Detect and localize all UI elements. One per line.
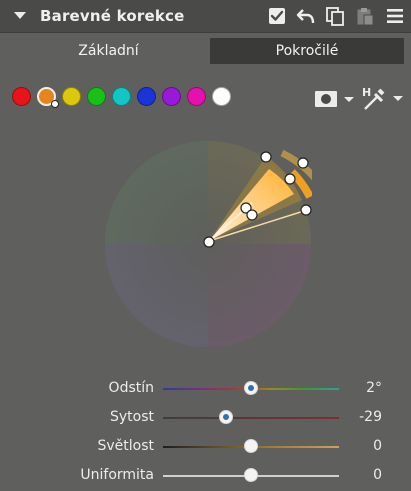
slider-value[interactable]: -29 bbox=[359, 409, 382, 425]
mode-tabs: Základní Pokročilé bbox=[8, 38, 404, 64]
hamburger-menu-icon[interactable] bbox=[385, 6, 405, 26]
swatch-green[interactable] bbox=[87, 87, 106, 106]
copy-icon[interactable] bbox=[325, 6, 345, 26]
panel-header[interactable]: Barevné korekce bbox=[0, 0, 411, 33]
swatch-yellow[interactable] bbox=[62, 87, 81, 106]
svg-text:H: H bbox=[362, 86, 371, 99]
tab-basic[interactable]: Základní bbox=[8, 38, 209, 64]
slider-track[interactable] bbox=[163, 417, 339, 419]
slider-knob[interactable] bbox=[244, 468, 258, 482]
tab-advanced[interactable]: Pokročilé bbox=[210, 38, 404, 64]
swatch-purple[interactable] bbox=[162, 87, 181, 106]
slider-label: Sytost bbox=[109, 409, 154, 425]
slider-value[interactable]: 0 bbox=[373, 438, 382, 454]
mask-icon[interactable] bbox=[314, 89, 354, 109]
selected-swatch-indicator bbox=[51, 100, 59, 108]
slider-hue: Odstín 2° bbox=[0, 378, 411, 400]
hue-picker-icon[interactable]: H bbox=[360, 85, 404, 111]
collapse-arrow-icon[interactable] bbox=[14, 12, 26, 19]
slider-knob[interactable] bbox=[244, 439, 258, 453]
swatch-red[interactable] bbox=[12, 87, 31, 106]
slider-lightness: Světlost 0 bbox=[0, 436, 411, 458]
slider-value[interactable]: 2° bbox=[366, 380, 382, 396]
slider-uniformity: Uniformita 0 bbox=[0, 465, 411, 487]
swatch-cyan[interactable] bbox=[112, 87, 131, 106]
panel-title: Barevné korekce bbox=[40, 7, 185, 25]
swatch-white[interactable] bbox=[212, 87, 231, 106]
slider-saturation: Sytost -29 bbox=[0, 407, 411, 429]
slider-knob[interactable] bbox=[244, 381, 258, 395]
swatch-blue[interactable] bbox=[137, 87, 156, 106]
swatch-magenta[interactable] bbox=[187, 87, 206, 106]
undo-icon[interactable] bbox=[296, 6, 316, 26]
paste-icon[interactable] bbox=[355, 6, 375, 26]
slider-label: Uniformita bbox=[80, 467, 154, 483]
slider-label: Světlost bbox=[97, 438, 154, 454]
checkbox-icon[interactable] bbox=[267, 6, 287, 26]
slider-value[interactable]: 0 bbox=[373, 467, 382, 483]
slider-label: Odstín bbox=[108, 380, 154, 396]
color-wheel[interactable] bbox=[104, 140, 312, 348]
slider-knob[interactable] bbox=[219, 410, 234, 424]
